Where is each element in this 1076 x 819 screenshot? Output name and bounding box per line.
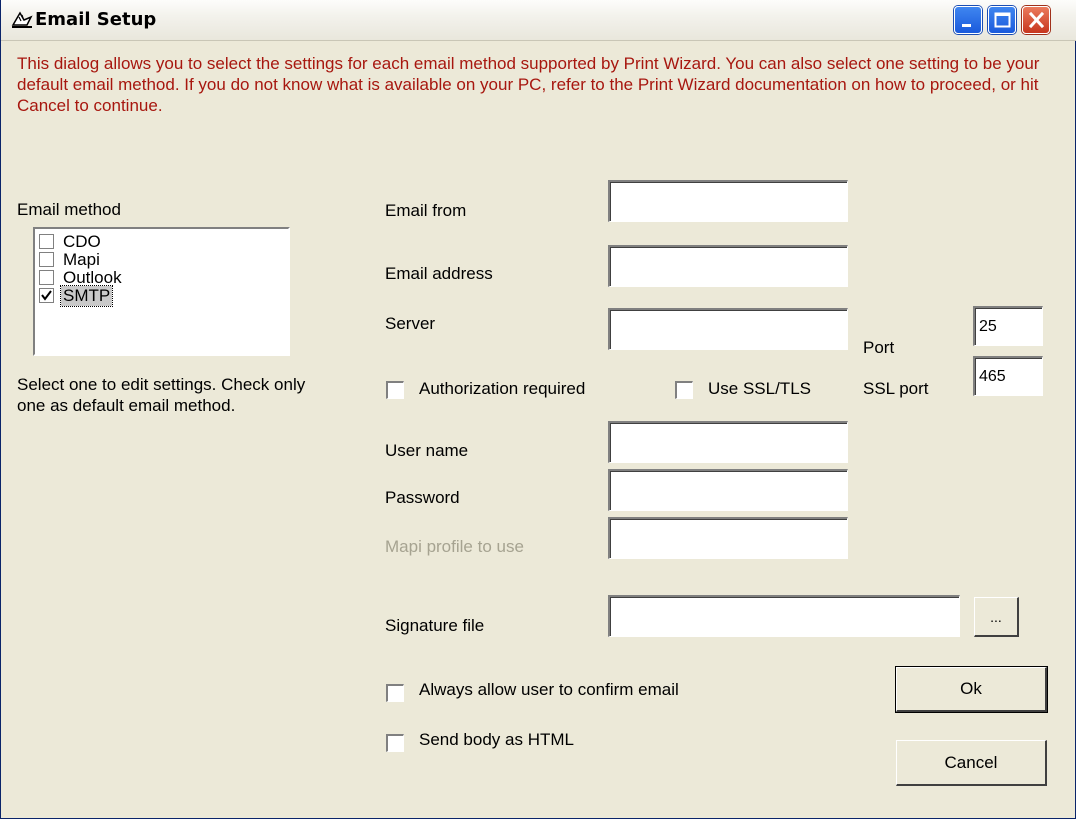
intro-text: This dialog allows you to select the set…: [17, 54, 1040, 115]
list-item[interactable]: Mapi: [39, 250, 287, 269]
ok-button[interactable]: Ok: [895, 666, 1048, 713]
wizard-hat-icon: [11, 11, 33, 29]
method-label: CDO: [63, 232, 101, 251]
authorization-required-checkbox[interactable]: [386, 381, 404, 399]
user-name-field[interactable]: [608, 421, 848, 463]
send-html-checkbox[interactable]: [386, 734, 404, 752]
maximize-icon: [994, 12, 1011, 28]
method-checkbox[interactable]: [39, 234, 54, 249]
signature-file-field[interactable]: [608, 595, 960, 637]
ssl-port-label: SSL port: [863, 379, 929, 398]
port-field[interactable]: [973, 306, 1043, 346]
port-label: Port: [863, 338, 895, 357]
list-item[interactable]: Outlook: [39, 268, 287, 287]
minimize-button[interactable]: [954, 6, 982, 34]
password-label: Password: [385, 488, 460, 507]
method-checkbox[interactable]: [39, 270, 54, 285]
method-label: Mapi: [63, 250, 100, 269]
method-checkbox[interactable]: [39, 252, 54, 267]
method-label: Outlook: [63, 268, 122, 287]
window-title: Email Setup: [35, 9, 157, 30]
use-ssl-tls-label: Use SSL/TLS: [708, 379, 811, 398]
authorization-required-label: Authorization required: [419, 379, 586, 398]
list-item[interactable]: CDO: [39, 232, 287, 251]
server-field[interactable]: [608, 308, 848, 350]
email-from-field[interactable]: [608, 180, 848, 222]
cancel-button[interactable]: Cancel: [896, 740, 1047, 786]
title-bar[interactable]: Email Setup: [1, 0, 1076, 41]
email-address-label: Email address: [385, 264, 493, 283]
method-label: SMTP: [59, 285, 114, 307]
email-setup-dialog: Email Setup This dialog allows you to se…: [0, 0, 1076, 819]
mapi-profile-label: Mapi profile to use: [385, 537, 524, 556]
send-html-label: Send body as HTML: [419, 730, 574, 749]
list-item-selected[interactable]: SMTP: [39, 285, 287, 307]
signature-file-label: Signature file: [385, 616, 485, 635]
email-method-label: Email method: [17, 200, 121, 219]
ssl-port-field[interactable]: [973, 356, 1043, 396]
email-method-hint: Select one to edit settings. Check only …: [17, 375, 306, 415]
checkmark-icon: [41, 290, 52, 301]
maximize-button[interactable]: [988, 6, 1016, 34]
password-field[interactable]: [608, 469, 848, 511]
email-method-list[interactable]: CDO Mapi Outlook SMTP: [33, 227, 290, 356]
method-checkbox-checked[interactable]: [39, 288, 54, 303]
minimize-icon: [962, 24, 971, 27]
email-address-field[interactable]: [608, 245, 848, 287]
mapi-profile-field[interactable]: [608, 517, 848, 559]
close-button[interactable]: [1022, 6, 1050, 34]
close-icon: [1028, 11, 1045, 29]
always-confirm-label: Always allow user to confirm email: [419, 680, 679, 699]
user-name-label: User name: [385, 441, 469, 460]
email-from-label: Email from: [385, 201, 467, 220]
server-label: Server: [385, 314, 436, 333]
browse-button[interactable]: ...: [974, 597, 1019, 637]
always-confirm-checkbox[interactable]: [386, 684, 404, 702]
use-ssl-tls-checkbox[interactable]: [675, 381, 693, 399]
